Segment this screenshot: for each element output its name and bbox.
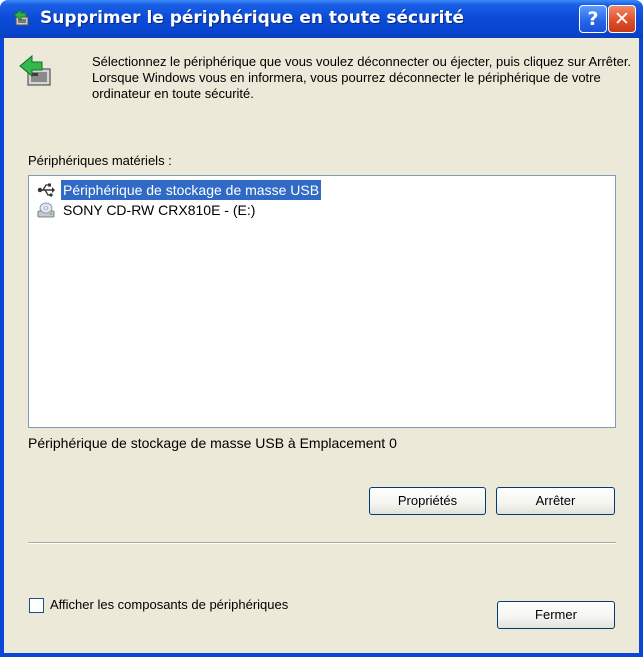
window-border-right [639, 38, 643, 657]
device-label: SONY CD-RW CRX810E - (E:) [63, 202, 256, 218]
window-title: Supprimer le périphérique en toute sécur… [40, 8, 465, 28]
window-border-left [0, 38, 4, 657]
help-button[interactable]: ? [579, 5, 607, 33]
divider [28, 542, 616, 544]
usb-icon [37, 183, 55, 197]
hardware-devices-list[interactable]: Périphérique de stockage de masse USB SO… [28, 175, 616, 428]
properties-button[interactable]: Propriétés [369, 487, 486, 515]
title-bar[interactable]: Supprimer le périphérique en toute sécur… [0, 0, 643, 38]
window-border-bottom [0, 653, 643, 657]
close-button[interactable]: Fermer [497, 601, 615, 629]
safely-remove-hardware-icon [13, 9, 29, 26]
show-components-label[interactable]: Afficher les composants de périphériques [50, 597, 288, 612]
close-window-button[interactable]: ✕ [608, 5, 636, 33]
hardware-devices-label: Périphériques matériels : [28, 153, 172, 168]
device-location-text: Périphérique de stockage de masse USB à … [28, 435, 397, 451]
stop-button[interactable]: Arrêter [496, 487, 615, 515]
instructions-text: Sélectionnez le périphérique que vous vo… [92, 54, 632, 101]
safely-remove-hardware-icon [19, 54, 51, 86]
device-label: Périphérique de stockage de masse USB [61, 180, 322, 200]
cd-drive-icon [37, 202, 55, 218]
show-components-checkbox[interactable] [29, 598, 44, 613]
dialog-window: Supprimer le périphérique en toute sécur… [0, 0, 643, 657]
dialog-body: Sélectionnez le périphérique que vous vo… [4, 38, 639, 653]
